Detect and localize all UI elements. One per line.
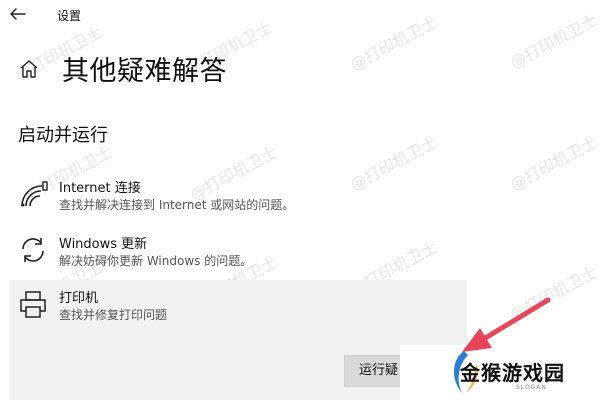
watermark: @打印机卫士 [506, 262, 600, 325]
section-title: 启动并运行 [18, 125, 108, 146]
item-description: 解决妨碍你更新 Windows 的问题。 [59, 254, 253, 268]
app-title: 设置 [57, 9, 82, 23]
sync-icon [22, 238, 44, 262]
item-description: 查找并修复打印问题 [59, 308, 168, 322]
printer-icon [20, 291, 46, 318]
watermark: @打印机卫士 [506, 132, 600, 195]
home-icon [20, 60, 38, 78]
back-button[interactable] [8, 4, 32, 24]
troubleshooter-windows-update[interactable]: Windows 更新 解决妨碍你更新 Windows 的问题。 [9, 226, 467, 280]
logo-text: 金猴游戏园 [460, 361, 565, 385]
overlay-logo: 金猴游戏园 SLOGAN [400, 345, 600, 400]
item-title: Windows 更新 [59, 237, 148, 252]
troubleshooter-internet[interactable]: Internet 连接 查找并解决连接到 Internet 或网站的问题。 [9, 170, 467, 224]
title-bar: 设置 [0, 0, 600, 30]
item-description: 查找并解决连接到 Internet 或网站的问题。 [59, 198, 295, 212]
logo-slogan: SLOGAN [516, 384, 547, 391]
page-title: 其他疑难解答 [62, 56, 227, 87]
wifi-icon [21, 181, 48, 207]
home-button[interactable] [18, 58, 40, 80]
back-arrow-icon [10, 8, 26, 20]
item-title: 打印机 [59, 291, 99, 306]
item-title: Internet 连接 [59, 181, 141, 196]
